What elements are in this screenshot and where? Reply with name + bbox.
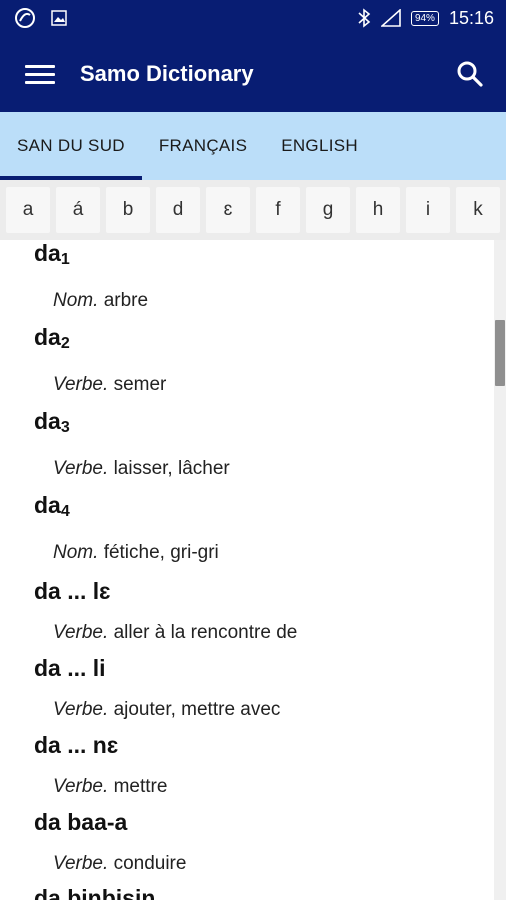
homonym-index: 4 bbox=[60, 503, 70, 520]
tab-san-du-sud[interactable]: SAN DU SUD bbox=[0, 112, 142, 180]
headword[interactable]: da baa-a bbox=[34, 809, 127, 836]
definition: Nom. fétiche, gri-gri bbox=[53, 542, 219, 564]
gloss: semer bbox=[113, 374, 167, 395]
letter-k[interactable]: k bbox=[456, 187, 500, 233]
letter-index: a á b d ɛ f g h i k bbox=[0, 180, 506, 240]
gloss: conduire bbox=[113, 853, 187, 874]
scrollbar[interactable] bbox=[494, 240, 506, 900]
letter-d[interactable]: d bbox=[156, 187, 200, 233]
headword[interactable]: da ... li bbox=[34, 655, 106, 682]
app-logo-icon bbox=[15, 8, 35, 28]
part-of-speech: Verbe. bbox=[53, 622, 109, 643]
app-title: Samo Dictionary bbox=[80, 61, 254, 86]
letter-i[interactable]: i bbox=[406, 187, 450, 233]
letter-h[interactable]: h bbox=[356, 187, 400, 233]
headword[interactable]: da3 bbox=[34, 408, 70, 436]
definition: Verbe. semer bbox=[53, 374, 166, 396]
language-tabs: SAN DU SUD FRANÇAIS ENGLISH bbox=[0, 112, 506, 180]
image-icon bbox=[51, 10, 67, 26]
tab-english[interactable]: ENGLISH bbox=[264, 112, 375, 180]
definition: Verbe. mettre bbox=[53, 776, 167, 798]
homonym-index: 2 bbox=[60, 335, 70, 352]
entry-list: da1 Nom. arbre da2 Verbe. semer da3 Verb… bbox=[0, 240, 506, 900]
definition: Verbe. aller à la rencontre de bbox=[53, 622, 297, 644]
part-of-speech: Verbe. bbox=[53, 374, 109, 395]
definition: Verbe. laisser, lâcher bbox=[53, 458, 230, 480]
scrollbar-thumb[interactable] bbox=[495, 320, 505, 386]
letter-open-e[interactable]: ɛ bbox=[206, 187, 250, 233]
headword[interactable]: da ... lɛ bbox=[34, 578, 111, 605]
headword[interactable]: da binbisin bbox=[34, 885, 155, 900]
definition: Nom. arbre bbox=[53, 290, 148, 312]
part-of-speech: Verbe. bbox=[53, 853, 109, 874]
part-of-speech: Verbe. bbox=[53, 699, 109, 720]
status-bar: 94% 15:16 bbox=[0, 0, 506, 36]
part-of-speech: Verbe. bbox=[53, 776, 109, 797]
definition: Verbe. conduire bbox=[53, 853, 186, 875]
letter-a[interactable]: a bbox=[6, 187, 50, 233]
menu-icon[interactable] bbox=[25, 64, 55, 84]
bluetooth-icon bbox=[358, 8, 371, 28]
gloss: aller à la rencontre de bbox=[113, 622, 298, 643]
headword[interactable]: da ... nɛ bbox=[34, 732, 118, 759]
letter-b[interactable]: b bbox=[106, 187, 150, 233]
gloss: mettre bbox=[113, 776, 168, 797]
headword[interactable]: da1 bbox=[34, 240, 70, 268]
letter-a-acute[interactable]: á bbox=[56, 187, 100, 233]
definition: Verbe. ajouter, mettre avec bbox=[53, 699, 280, 721]
gloss: fétiche, gri-gri bbox=[103, 542, 219, 563]
signal-icon bbox=[380, 9, 401, 27]
gloss: arbre bbox=[103, 290, 149, 311]
gloss: laisser, lâcher bbox=[113, 458, 230, 479]
headword[interactable]: da4 bbox=[34, 492, 70, 520]
letter-g[interactable]: g bbox=[306, 187, 350, 233]
battery-indicator: 94% bbox=[410, 10, 439, 26]
homonym-index: 3 bbox=[60, 419, 70, 436]
search-icon[interactable] bbox=[454, 58, 486, 90]
part-of-speech: Verbe. bbox=[53, 458, 109, 479]
homonym-index: 1 bbox=[60, 251, 70, 268]
clock: 15:16 bbox=[448, 7, 494, 28]
gloss: ajouter, mettre avec bbox=[113, 699, 281, 720]
headword[interactable]: da2 bbox=[34, 324, 70, 352]
part-of-speech: Nom. bbox=[53, 542, 99, 563]
tab-francais[interactable]: FRANÇAIS bbox=[142, 112, 264, 180]
letter-f[interactable]: f bbox=[256, 187, 300, 233]
app-bar: Samo Dictionary bbox=[0, 36, 506, 112]
part-of-speech: Nom. bbox=[53, 290, 99, 311]
